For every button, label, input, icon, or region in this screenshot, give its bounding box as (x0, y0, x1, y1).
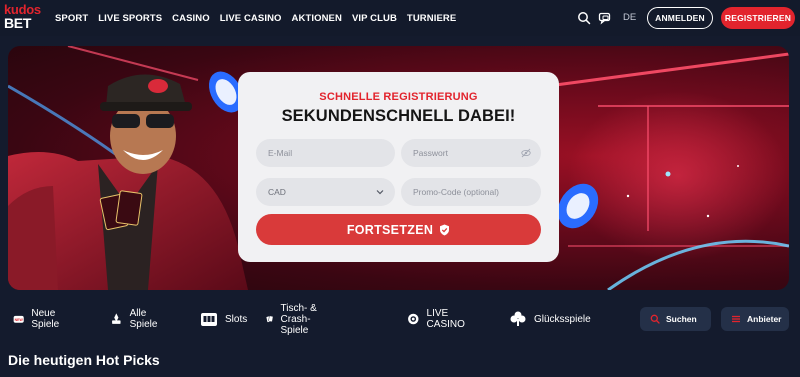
search-games-label: Suchen (666, 314, 697, 324)
nav-turniere[interactable]: TURNIERE (407, 13, 456, 24)
registration-title: SEKUNDENSCHNELL DABEI! (281, 107, 516, 125)
svg-text:NEW: NEW (15, 318, 24, 322)
nav-live-casino[interactable]: LIVE CASINO (220, 13, 282, 24)
continue-label: FORTSETZEN (346, 222, 434, 237)
category-label: Alle Spiele (129, 308, 158, 330)
category-gambling[interactable]: Glücksspiele (509, 305, 591, 333)
hot-picks-heading: Die heutigen Hot Picks (8, 352, 160, 368)
login-button[interactable]: ANMELDEN (647, 7, 713, 29)
category-all-games[interactable]: Alle Spiele (110, 305, 163, 333)
kudosbet-logo[interactable]: kudos BET (4, 3, 48, 33)
shield-check-icon (440, 224, 450, 235)
language-selector[interactable]: DE (623, 12, 636, 23)
password-placeholder: Passwort (413, 148, 448, 158)
category-label: Tisch- & Crash-Spiele (280, 302, 317, 336)
continue-button[interactable]: FORTSETZEN (256, 214, 541, 245)
new-games-icon: NEW (13, 315, 24, 323)
hero-banner: SCHNELLE REGISTRIERUNG SEKUNDENSCHNELL D… (8, 46, 789, 290)
main-nav: SPORT LIVE SPORTS CASINO LIVE CASINO AKT… (55, 0, 456, 36)
list-icon (732, 315, 740, 323)
category-label: Neue Spiele (31, 308, 60, 330)
nav-live-sports[interactable]: LIVE SPORTS (98, 13, 162, 24)
category-new-games[interactable]: NEW Neue Spiele (13, 305, 66, 333)
category-label: Glücksspiele (534, 313, 591, 325)
chevron-down-icon (376, 190, 384, 195)
all-games-icon (112, 313, 121, 324)
clover-icon (510, 311, 526, 326)
category-slots[interactable]: Slots (200, 305, 247, 333)
registration-card: SCHNELLE REGISTRIERUNG SEKUNDENSCHNELL D… (238, 72, 559, 262)
top-header: kudos BET SPORT LIVE SPORTS CASINO LIVE … (0, 0, 800, 36)
cards-icon (266, 315, 274, 323)
nav-sport[interactable]: SPORT (55, 13, 88, 24)
category-label: Slots (225, 313, 248, 325)
slots-icon (201, 313, 217, 326)
promo-code-field[interactable]: Promo-Code (optional) (401, 178, 541, 206)
category-table-crash[interactable]: Tisch- & Crash-Spiele (266, 302, 321, 336)
password-field[interactable]: Passwort (401, 139, 541, 167)
nav-casino[interactable]: CASINO (172, 13, 210, 24)
search-icon[interactable] (577, 11, 591, 25)
nav-vip-club[interactable]: VIP CLUB (352, 13, 397, 24)
providers-label: Anbieter (747, 314, 782, 324)
live-casino-icon (408, 313, 419, 325)
register-button[interactable]: REGISTRIEREN (721, 7, 795, 29)
currency-select[interactable]: CAD (256, 178, 395, 206)
nav-aktionen[interactable]: AKTIONEN (292, 13, 342, 24)
registration-subtitle: SCHNELLE REGISTRIERUNG (319, 91, 478, 103)
currency-value: CAD (268, 187, 286, 197)
search-icon (650, 314, 660, 324)
chat-icon[interactable] (598, 11, 612, 25)
eye-off-icon[interactable] (521, 148, 531, 158)
category-live-casino[interactable]: LIVE CASINO (407, 305, 470, 333)
email-field[interactable]: E-Mail (256, 139, 395, 167)
search-games-button[interactable]: Suchen (640, 307, 711, 331)
providers-button[interactable]: Anbieter (721, 307, 789, 331)
category-label: LIVE CASINO (426, 308, 465, 330)
